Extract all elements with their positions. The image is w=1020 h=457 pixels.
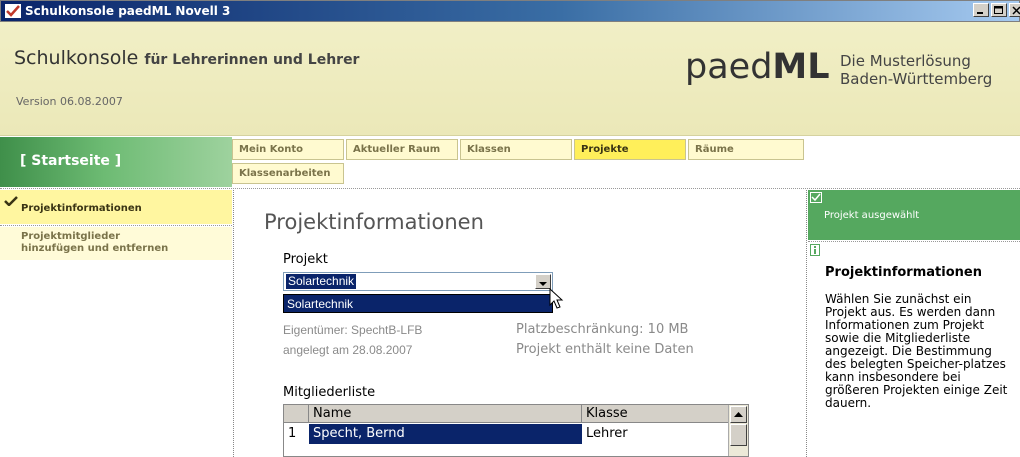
table-scrollbar[interactable]: [728, 405, 748, 456]
row-num: 1: [288, 426, 297, 441]
scroll-up-button[interactable]: [730, 406, 747, 423]
main-tabs: Mein Konto Aktueller Raum Klassen Projek…: [232, 137, 1020, 187]
window-titlebar: Schulkonsole paedML Novell 3: [0, 0, 1020, 22]
maximize-icon: [994, 6, 1003, 14]
sidenav-label-line1: Projektmitglieder: [21, 231, 121, 242]
content-status-text: Projekt enthält keine Daten: [516, 342, 694, 357]
checkmark-icon: [4, 196, 18, 206]
info-title: Projektinformationen: [825, 265, 982, 280]
app-name-text: Schulkonsole: [14, 47, 139, 69]
owner-text: Eigentümer: SpechtB-LFB: [283, 323, 423, 337]
col-header-klasse[interactable]: Klasse: [582, 405, 729, 423]
status-text: Projekt ausgewählt: [824, 210, 920, 221]
home-link[interactable]: [ Startseite ]: [0, 137, 232, 187]
project-dropdown-list[interactable]: Solartechnik: [283, 294, 553, 313]
version-label: Version 06.08.2007: [16, 95, 123, 108]
right-divider: [806, 190, 807, 457]
scroll-thumb[interactable]: [730, 424, 747, 446]
tab-label: Projekte: [581, 144, 629, 155]
project-select[interactable]: Solartechnik: [283, 272, 553, 291]
col-header-name[interactable]: Name: [309, 405, 582, 423]
sidenav-label: Projektinformationen: [21, 203, 142, 214]
created-text: angelegt am 28.08.2007: [283, 343, 413, 357]
page-title: Projektinformationen: [264, 210, 484, 234]
minimize-button[interactable]: [973, 3, 989, 17]
dropdown-option[interactable]: Solartechnik: [287, 297, 353, 311]
home-link-label: [ Startseite ]: [20, 153, 122, 169]
arrow-up-icon: [734, 412, 743, 417]
close-button[interactable]: [1009, 3, 1020, 17]
app-checkmark-icon: [5, 4, 21, 18]
tagline-line1: Die Musterlösung: [840, 52, 971, 70]
tagline-line2: Baden-Württemberg: [840, 70, 993, 88]
tab-aktueller-raum[interactable]: Aktueller Raum: [346, 139, 458, 160]
tab-label: Klassenarbeiten: [239, 168, 331, 179]
app-name: Schulkonsole für Lehrerinnen und Lehrer: [14, 47, 359, 69]
app-subtitle: für Lehrerinnen und Lehrer: [144, 52, 360, 68]
tab-mein-konto[interactable]: Mein Konto: [232, 139, 344, 160]
info-icon: [810, 244, 820, 256]
sidenav-label-line2: hinzufügen und entfernen: [21, 243, 169, 254]
maximize-button[interactable]: [991, 3, 1007, 17]
members-table: Name Klasse 1 Specht, Bernd Lehrer: [283, 404, 749, 457]
info-text: Wählen Sie zunächst ein Projekt aus. Es …: [825, 292, 1008, 410]
tab-klassen[interactable]: Klassen: [460, 139, 572, 160]
quota-text: Platzbeschränkung: 10 MB: [516, 322, 689, 337]
row-klasse[interactable]: Lehrer: [582, 424, 729, 444]
tab-raeume[interactable]: Räume: [688, 139, 804, 160]
tab-label: Mein Konto: [239, 144, 303, 155]
checkbox-checked-icon: [810, 192, 822, 203]
tab-projekte[interactable]: Projekte: [574, 139, 686, 160]
select-arrow-button[interactable]: [535, 274, 551, 289]
project-label: Projekt: [283, 252, 328, 267]
tab-label: Klassen: [467, 144, 511, 155]
window-title: Schulkonsole paedML Novell 3: [25, 4, 231, 18]
chevron-down-icon: [539, 282, 547, 286]
row-name[interactable]: Specht, Bernd: [309, 424, 582, 444]
side-nav: Projektinformationen Projektmitglieder h…: [0, 190, 232, 457]
tab-klassenarbeiten[interactable]: Klassenarbeiten: [232, 163, 344, 184]
paedml-logo: paedML: [685, 47, 830, 87]
minimize-icon: [977, 12, 983, 14]
logo-bold: ML: [772, 47, 830, 87]
tab-label: Aktueller Raum: [353, 144, 441, 155]
divider: [0, 188, 1020, 189]
mouse-cursor-icon: [549, 288, 564, 309]
sidenav-item-projektmitglieder[interactable]: Projektmitglieder hinzufügen und entfern…: [0, 227, 232, 260]
left-divider: [233, 190, 234, 457]
members-label: Mitgliederliste: [283, 385, 376, 400]
app-header: Schulkonsole für Lehrerinnen und Lehrer V…: [0, 22, 1020, 136]
panel-divider: [808, 241, 1020, 242]
logo-tagline: Die Musterlösung Baden-Württemberg: [840, 52, 992, 88]
col-header-num: [284, 405, 309, 423]
project-select-value: Solartechnik: [286, 274, 357, 289]
logo-light: paed: [685, 47, 773, 87]
sidenav-item-projektinformationen[interactable]: Projektinformationen: [0, 190, 232, 224]
tab-label: Räume: [695, 144, 734, 155]
status-panel: Projekt ausgewählt: [808, 190, 1020, 240]
nav-divider: [0, 225, 232, 226]
close-icon: [1012, 6, 1020, 15]
